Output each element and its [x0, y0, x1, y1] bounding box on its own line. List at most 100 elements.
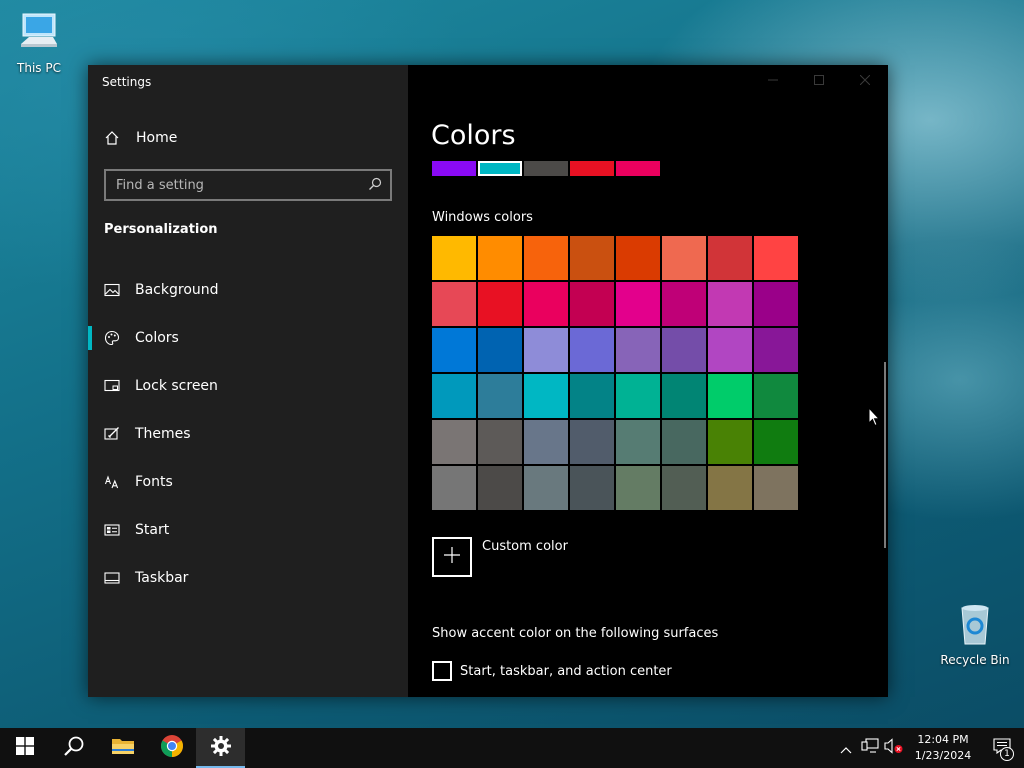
- accent-start-taskbar-option[interactable]: Start, taskbar, and action center: [432, 661, 672, 681]
- settings-window: Settings Home Personalization Background: [88, 65, 888, 697]
- sidebar-item-background[interactable]: Background: [88, 266, 408, 314]
- clock-time: 12:04 PM: [917, 733, 969, 746]
- checkbox-label: Start, taskbar, and action center: [460, 663, 672, 679]
- desktop-icon-label: This PC: [17, 61, 61, 75]
- color-swatch[interactable]: [708, 282, 752, 326]
- maximize-button[interactable]: [796, 65, 842, 97]
- color-swatch[interactable]: [616, 374, 660, 418]
- color-swatch[interactable]: [432, 282, 476, 326]
- color-swatch[interactable]: [432, 236, 476, 280]
- sidebar-item-start[interactable]: Start: [88, 506, 408, 554]
- color-swatch[interactable]: [754, 282, 798, 326]
- color-swatch[interactable]: [570, 466, 614, 510]
- color-swatch[interactable]: [432, 466, 476, 510]
- network-icon: [861, 738, 879, 758]
- color-swatch[interactable]: [524, 328, 568, 372]
- taskbar-settings[interactable]: [196, 728, 245, 768]
- taskbar-file-explorer[interactable]: [98, 728, 147, 768]
- sidebar-item-themes[interactable]: Themes: [88, 410, 408, 458]
- color-swatch[interactable]: [478, 328, 522, 372]
- color-swatch[interactable]: [524, 420, 568, 464]
- color-swatch[interactable]: [524, 466, 568, 510]
- color-swatch[interactable]: [570, 236, 614, 280]
- taskbar-chrome[interactable]: [147, 728, 196, 768]
- color-swatch[interactable]: [524, 236, 568, 280]
- sidebar-item-label: Colors: [135, 330, 179, 346]
- sidebar-item-lock-screen[interactable]: Lock screen: [88, 362, 408, 410]
- nav-home[interactable]: Home: [104, 127, 177, 149]
- color-swatch[interactable]: [478, 236, 522, 280]
- close-button[interactable]: [842, 65, 888, 97]
- desktop-icon-this-pc[interactable]: This PC: [0, 10, 78, 75]
- color-swatch[interactable]: [478, 420, 522, 464]
- color-swatch[interactable]: [754, 328, 798, 372]
- sidebar-item-label: Fonts: [135, 474, 173, 490]
- search-input[interactable]: [116, 177, 368, 193]
- color-swatch[interactable]: [616, 328, 660, 372]
- start-button[interactable]: [0, 728, 49, 768]
- color-swatch[interactable]: [662, 236, 706, 280]
- clock[interactable]: 12:04 PM 1/23/2024: [906, 732, 980, 764]
- chevron-up-icon: [840, 739, 852, 758]
- color-swatch[interactable]: [524, 374, 568, 418]
- color-swatch[interactable]: [754, 420, 798, 464]
- color-swatch[interactable]: [570, 282, 614, 326]
- color-swatch[interactable]: [616, 466, 660, 510]
- taskbar: 12:04 PM 1/23/2024 1: [0, 728, 1024, 768]
- color-swatch[interactable]: [478, 374, 522, 418]
- color-swatch[interactable]: [616, 420, 660, 464]
- color-swatch[interactable]: [432, 420, 476, 464]
- sidebar-item-colors[interactable]: Colors: [88, 314, 408, 362]
- maximize-icon: [814, 74, 824, 88]
- color-swatch[interactable]: [662, 374, 706, 418]
- page-title: Colors: [431, 120, 516, 151]
- color-swatch[interactable]: [708, 236, 752, 280]
- color-swatch[interactable]: [708, 328, 752, 372]
- recent-color-swatch[interactable]: [570, 161, 614, 176]
- color-swatch[interactable]: [570, 328, 614, 372]
- color-swatch[interactable]: [708, 466, 752, 510]
- color-swatch[interactable]: [478, 466, 522, 510]
- color-swatch[interactable]: [662, 282, 706, 326]
- color-swatch[interactable]: [478, 282, 522, 326]
- color-swatch[interactable]: [432, 374, 476, 418]
- color-swatch[interactable]: [754, 466, 798, 510]
- color-swatch[interactable]: [570, 374, 614, 418]
- recent-colors: [432, 161, 660, 176]
- color-swatch[interactable]: [662, 420, 706, 464]
- color-swatch[interactable]: [524, 282, 568, 326]
- action-center-button[interactable]: 1: [980, 728, 1024, 768]
- recent-color-swatch[interactable]: [478, 161, 522, 176]
- scrollbar[interactable]: [884, 362, 886, 548]
- sidebar-item-fonts[interactable]: Fonts: [88, 458, 408, 506]
- color-swatch[interactable]: [708, 420, 752, 464]
- close-icon: [859, 74, 871, 88]
- color-swatch[interactable]: [616, 282, 660, 326]
- color-swatch[interactable]: [754, 236, 798, 280]
- fonts-icon: [104, 474, 135, 490]
- show-hidden-icons-button[interactable]: [834, 728, 858, 768]
- section-title: Personalization: [104, 222, 218, 237]
- sidebar-item-taskbar[interactable]: Taskbar: [88, 554, 408, 602]
- custom-color-label[interactable]: Custom color: [482, 539, 568, 554]
- recent-color-swatch[interactable]: [432, 161, 476, 176]
- color-swatch[interactable]: [616, 236, 660, 280]
- volume-button[interactable]: [882, 728, 906, 768]
- accent-start-taskbar-checkbox[interactable]: [432, 661, 452, 681]
- minimize-button[interactable]: [750, 65, 796, 97]
- desktop-icon-recycle-bin[interactable]: Recycle Bin: [936, 602, 1014, 667]
- search-box[interactable]: [104, 169, 392, 201]
- color-swatch[interactable]: [662, 466, 706, 510]
- search-icon[interactable]: [368, 176, 382, 195]
- system-tray: 12:04 PM 1/23/2024 1: [834, 728, 1024, 768]
- color-swatch[interactable]: [754, 374, 798, 418]
- color-swatch[interactable]: [708, 374, 752, 418]
- color-swatch[interactable]: [570, 420, 614, 464]
- custom-color-button[interactable]: [432, 537, 472, 577]
- recent-color-swatch[interactable]: [524, 161, 568, 176]
- network-button[interactable]: [858, 728, 882, 768]
- color-swatch[interactable]: [432, 328, 476, 372]
- recent-color-swatch[interactable]: [616, 161, 660, 176]
- color-swatch[interactable]: [662, 328, 706, 372]
- taskbar-search-button[interactable]: [49, 728, 98, 768]
